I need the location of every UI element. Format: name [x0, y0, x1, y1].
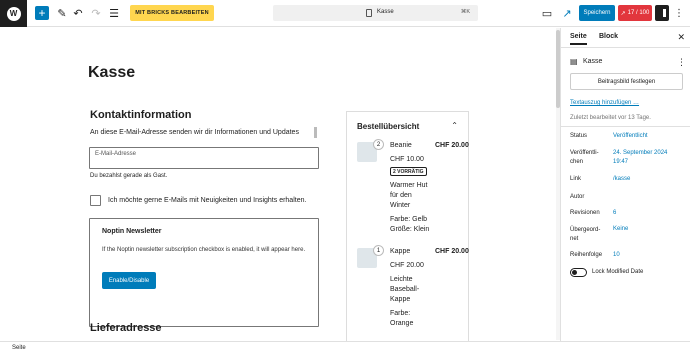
seo-chart-icon: ↗ [620, 10, 626, 17]
wordpress-icon: W [6, 6, 21, 21]
item-desc-line: Kappe [390, 296, 411, 303]
shipping-heading: Lieferadresse [90, 322, 162, 334]
stock-badge: 2 VORRÄTIG [390, 167, 427, 176]
undo-icon[interactable]: ↶ [72, 5, 84, 21]
last-edited-text: Zuletzt bearbeitet vor 13 Tage. [570, 115, 651, 121]
save-button[interactable]: Speichern [579, 5, 615, 21]
wordpress-logo-button[interactable]: W [0, 0, 27, 27]
item-total: CHF 20.00 [435, 142, 469, 149]
order-label: Reihenfolge [570, 252, 603, 258]
text-cursor [314, 127, 317, 138]
item-attr: Größe: Klein [390, 226, 430, 233]
publish-label: Veröffentli-chen [570, 150, 599, 165]
seo-score-label: 17 / 100 [627, 10, 650, 16]
block-breadcrumb-bar: Seite [0, 341, 690, 355]
revisions-value[interactable]: 6 [613, 210, 616, 216]
tab-page[interactable]: Seite [570, 33, 587, 45]
close-icon[interactable]: ✕ [677, 32, 685, 43]
item-attr: Farbe: [390, 310, 411, 317]
edit-with-bricks-button[interactable]: MIT BRICKS BEARBEITEN [130, 5, 214, 21]
item-name: Kappe [390, 248, 411, 255]
command-palette-bar[interactable]: Kasse ⌘K [273, 5, 478, 21]
shortcut-hint: ⌘K [460, 9, 470, 15]
link-value[interactable]: /kasse [613, 176, 630, 182]
lock-modified-date-toggle[interactable] [570, 268, 587, 277]
set-featured-image-button[interactable]: Beitragsbild festlegen [570, 73, 683, 90]
editor-toolbar: W + ✎ ↶ ↷ ☰ MIT BRICKS BEARBEITEN Kasse … [0, 0, 690, 27]
item-total: CHF 20.00 [435, 248, 469, 255]
status-value[interactable]: Veröffentlicht [613, 133, 648, 139]
item-desc-line: Leichte [390, 276, 413, 283]
newsletter-checkbox-label: Ich möchte gerne E-Mails mit Neuigkeiten… [108, 197, 307, 204]
editor-root: W + ✎ ↶ ↷ ☰ MIT BRICKS BEARBEITEN Kasse … [0, 0, 690, 355]
more-options-icon[interactable]: ⋮ [677, 57, 686, 68]
settings-panel-toggle[interactable] [655, 5, 669, 21]
quantity-badge: 2 [373, 139, 384, 150]
item-unit-price: CHF 10.00 [390, 156, 424, 163]
item-attr: Farbe: Gelb [390, 216, 427, 223]
list-view-icon[interactable]: ☰ [108, 5, 120, 21]
order-summary-heading: Bestellübersicht [357, 122, 420, 131]
parent-label: Übergeord-net [570, 227, 601, 242]
order-summary: Bestellübersicht ⌃ 2 Beanie CHF 20.00 CH… [346, 111, 469, 341]
quantity-badge: 1 [373, 245, 384, 256]
breadcrumb-item[interactable]: Seite [12, 345, 26, 351]
contact-heading: Kontaktinformation [90, 109, 192, 121]
item-desc-line: Baseball- [390, 286, 420, 293]
item-desc-line: für den [390, 192, 412, 199]
noptin-block[interactable]: Noptin Newsletter If the Noptin newslett… [89, 218, 319, 327]
email-placeholder: E-Mail-Adresse [95, 151, 137, 157]
item-attr: Orange [390, 320, 414, 327]
item-unit-price: CHF 20.00 [390, 262, 424, 269]
editor-canvas: Kasse Kontaktinformation An diese E-Mail… [0, 28, 556, 341]
link-label: Link [570, 176, 582, 182]
sidebar-tabs: Seite Block ✕ [561, 28, 690, 48]
sidebar-page-name: Kasse [583, 58, 603, 65]
publish-date-value[interactable]: 24. September 2024 19:47 [613, 149, 683, 167]
redo-icon[interactable]: ↷ [90, 5, 102, 21]
add-excerpt-link[interactable]: Textauszug hinzufügen … [570, 100, 639, 106]
page-icon [366, 9, 372, 17]
seo-score-button[interactable]: ↗ 17 / 100 [618, 5, 652, 21]
page-icon: ▤ [570, 57, 578, 66]
item-desc-line: Warmer Hut [390, 182, 428, 189]
settings-sidebar: Seite Block ✕ ▤ Kasse ⋮ Beitragsbild fes… [560, 28, 690, 341]
page-title[interactable]: Kasse [88, 64, 135, 82]
pencil-icon[interactable]: ✎ [56, 5, 68, 21]
noptin-title: Noptin Newsletter [102, 228, 162, 235]
order-value[interactable]: 10 [613, 252, 620, 258]
parent-value[interactable]: Keine [613, 226, 628, 232]
enable-disable-button[interactable]: Enable/Disable [102, 272, 156, 289]
lock-modified-date-label: Lock Modified Date [592, 269, 644, 275]
author-label: Autor [570, 194, 585, 200]
more-options-icon[interactable]: ⋮ [674, 5, 684, 21]
item-desc-line: Winter [390, 202, 411, 209]
email-field[interactable]: E-Mail-Adresse [89, 147, 319, 169]
item-name: Beanie [390, 142, 412, 149]
divider [561, 126, 690, 127]
revisions-label: Revisionen [570, 210, 600, 216]
chevron-up-icon[interactable]: ⌃ [451, 121, 458, 130]
status-label: Status [570, 133, 588, 139]
desktop-preview-icon[interactable]: ▭ [541, 5, 553, 21]
document-title: Kasse [377, 9, 394, 15]
contact-intro-text: An diese E-Mail-Adresse senden wir dir I… [90, 129, 299, 136]
noptin-description: If the Noptin newsletter subscription ch… [102, 247, 306, 253]
view-page-icon[interactable]: ↗ [561, 5, 573, 21]
newsletter-checkbox[interactable] [90, 195, 101, 206]
tab-block[interactable]: Block [599, 33, 618, 40]
add-block-button[interactable]: + [35, 6, 49, 20]
guest-note: Du bezahlst gerade als Gast. [90, 173, 168, 179]
